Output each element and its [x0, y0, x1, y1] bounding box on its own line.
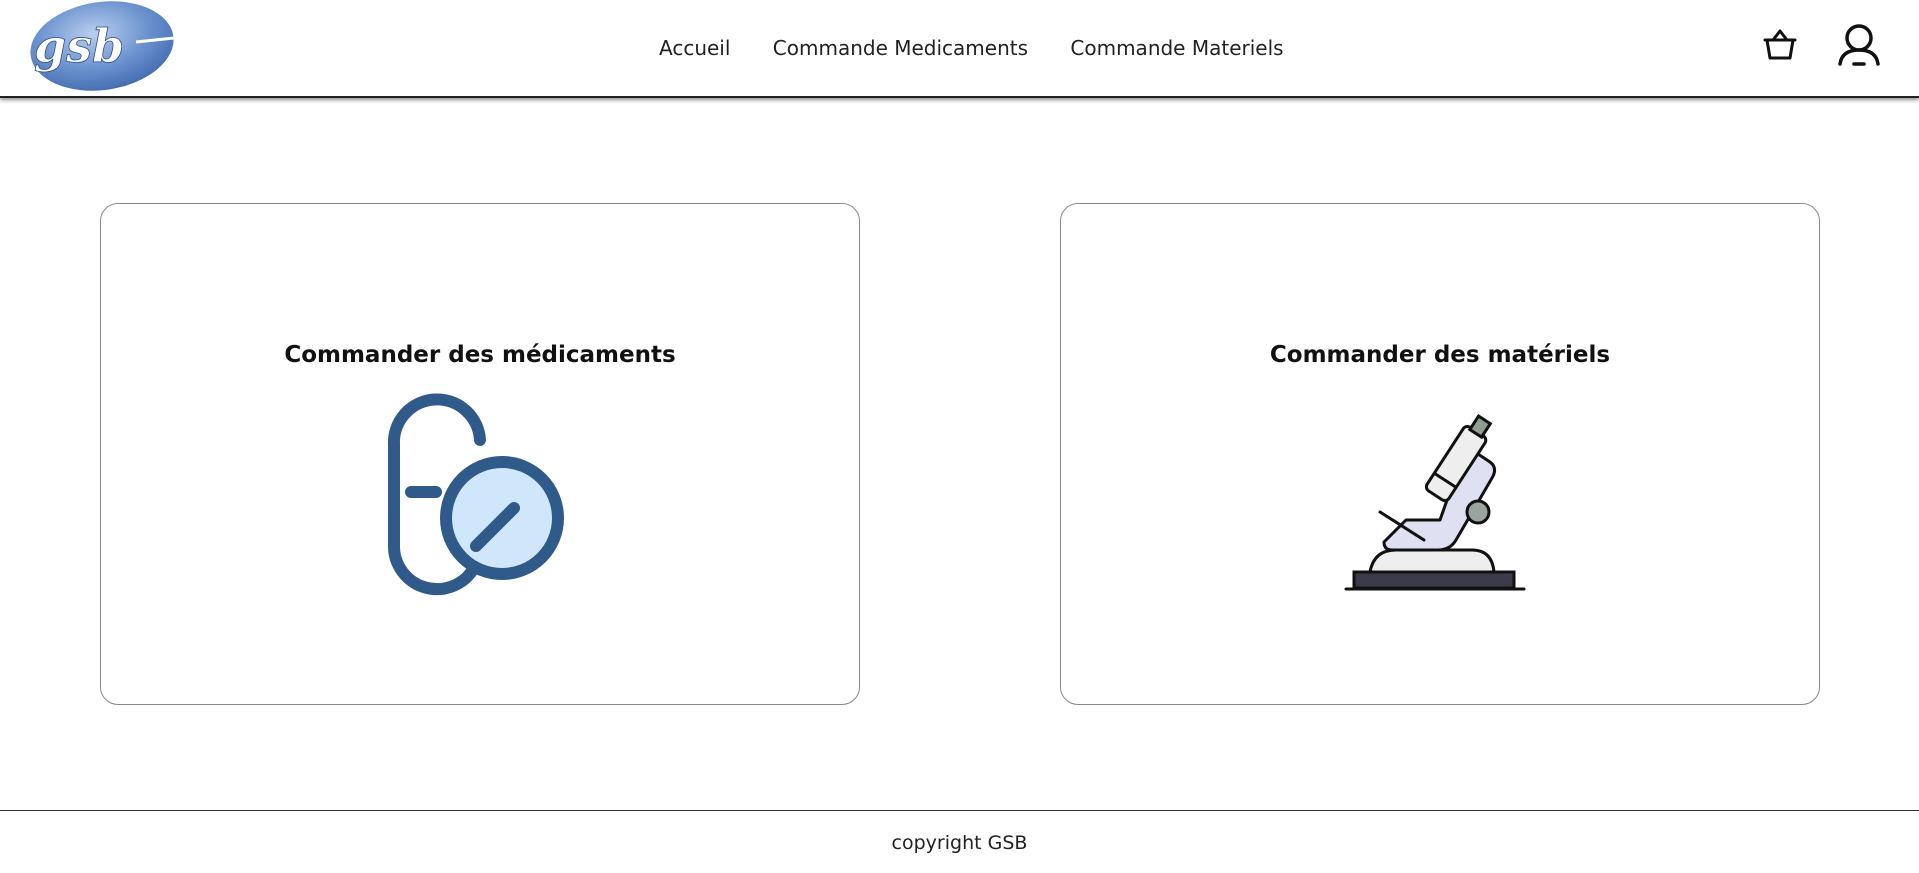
pill-capsule-icon — [380, 390, 580, 600]
nav-commande-materiels[interactable]: Commande Materiels — [1070, 36, 1283, 60]
nav-accueil[interactable]: Accueil — [659, 36, 730, 60]
gsb-logo[interactable]: gsb — [28, 0, 178, 92]
card-order-materiels[interactable]: Commander des matériels — [1060, 203, 1820, 705]
card-order-medicaments[interactable]: Commander des médicaments — [100, 203, 860, 705]
nav-commande-medicaments[interactable]: Commande Medicaments — [773, 36, 1028, 60]
footer-copyright: copyright GSB — [891, 832, 1028, 854]
top-navbar: gsb Accueil Commande Medicaments Command… — [0, 0, 1919, 98]
user-icon[interactable] — [1836, 22, 1882, 68]
card-title-materiels: Commander des matériels — [1269, 342, 1611, 368]
basket-icon[interactable] — [1762, 28, 1798, 62]
footer-divider — [0, 810, 1919, 811]
microscope-icon — [1340, 390, 1540, 600]
card-title-medicaments: Commander des médicaments — [284, 342, 676, 368]
logo-text: gsb — [34, 19, 124, 73]
